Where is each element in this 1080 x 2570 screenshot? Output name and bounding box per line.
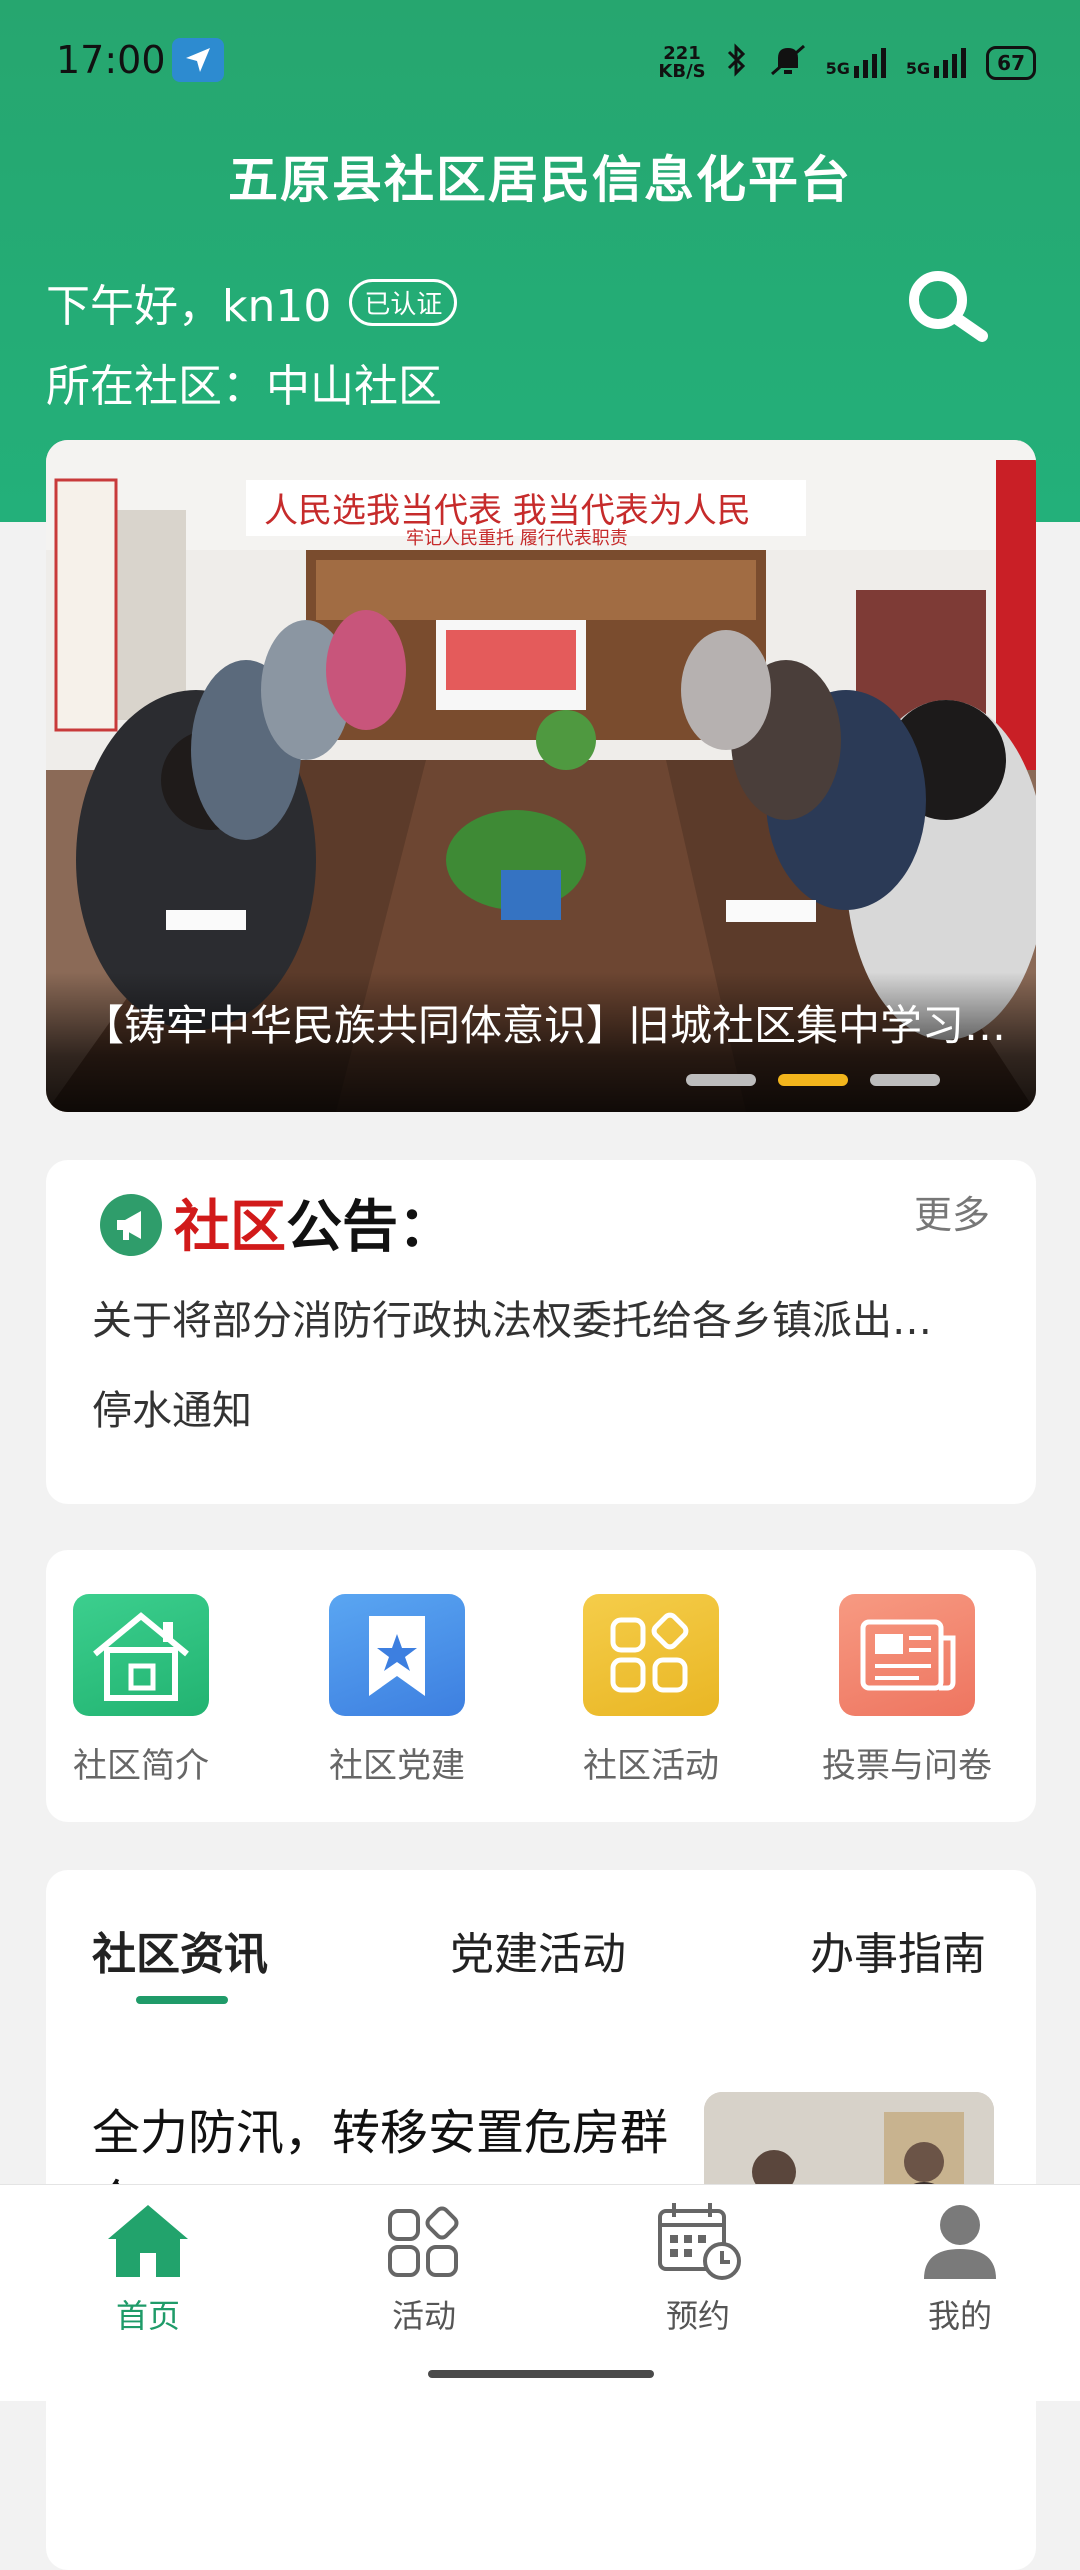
- announcement-title: 社区公告：: [174, 1195, 454, 1260]
- battery-indicator: 67: [986, 46, 1036, 80]
- announcement-item[interactable]: 关于将部分消防行政执法权委托给各乡镇派出…: [92, 1288, 992, 1346]
- star-bookmark-icon: [329, 1594, 465, 1716]
- announcement-item[interactable]: 停水通知: [92, 1378, 992, 1436]
- nav-label: 活动: [391, 2297, 456, 2335]
- tab-service-guide[interactable]: 办事指南: [810, 1918, 986, 1982]
- news-tabs: 社区资讯 党建活动 办事指南: [46, 1918, 1036, 2004]
- mute-bell-icon: [768, 42, 808, 84]
- house-icon: [73, 1594, 209, 1716]
- apps-icon: [583, 1594, 719, 1716]
- user-icon: [924, 2205, 996, 2279]
- active-tab-indicator: [136, 1996, 228, 2004]
- nav-activities[interactable]: 活动: [334, 2199, 514, 2337]
- feature-label: 投票与问卷: [822, 1746, 992, 1786]
- app-title: 五原县社区居民信息化平台: [228, 151, 852, 209]
- greeting-text: 下午好，kn10: [46, 281, 332, 332]
- feature-community-intro[interactable]: 社区简介: [46, 1594, 236, 1787]
- status-time: 17:00: [56, 38, 166, 82]
- apps-icon: [388, 2206, 459, 2277]
- banner-caption-overlay: 【铸牢中华民族共同体意识】旧城社区集中学习…: [46, 972, 1036, 1112]
- nav-home[interactable]: 首页: [58, 2199, 238, 2337]
- carousel-indicator: [686, 1074, 940, 1086]
- newspaper-icon: [839, 1594, 975, 1716]
- tab-party-activities[interactable]: 党建活动: [450, 1918, 626, 1982]
- megaphone-icon: [100, 1194, 162, 1256]
- status-bar: 17:00 221 KB/S 5G 5G 67: [0, 0, 1080, 126]
- svg-text:人民选我当代表 我当代表为人民: 人民选我当代表 我当代表为人民: [264, 491, 751, 531]
- announcement-more-link[interactable]: 更多: [914, 1184, 990, 1239]
- feature-label: 社区简介: [73, 1746, 209, 1786]
- feature-grid: 社区简介 社区党建 社区活动 投票与问卷: [46, 1550, 1036, 1822]
- network-speed: 221 KB/S: [658, 43, 706, 82]
- signal-5g-icon: 5G: [826, 48, 888, 78]
- banner-carousel[interactable]: 人民选我当代表 我当代表为人民 牢记人民重托 履行代表职责 【铸牢中华民族共同体…: [46, 440, 1036, 1112]
- gesture-bar[interactable]: [428, 2370, 654, 2378]
- navigation-arrow-icon: [172, 38, 224, 82]
- nav-label: 预约: [665, 2297, 730, 2335]
- bottom-navigation: 首页 活动 预约 我的: [0, 2184, 1080, 2401]
- feature-community-activities[interactable]: 社区活动: [556, 1594, 746, 1787]
- feature-label: 社区党建: [329, 1746, 465, 1786]
- verified-badge: 已认证: [349, 278, 458, 326]
- carousel-dot-3[interactable]: [870, 1074, 940, 1086]
- nav-appointment[interactable]: 预约: [608, 2199, 788, 2337]
- feature-party-building[interactable]: 社区党建: [302, 1594, 492, 1787]
- announcement-card: 社区公告： 更多 关于将部分消防行政执法权委托给各乡镇派出… 停水通知: [46, 1160, 1036, 1504]
- current-community: 所在社区：中山社区: [46, 361, 442, 412]
- search-icon: [909, 271, 988, 342]
- svg-text:牢记人民重托 履行代表职责: 牢记人民重托 履行代表职责: [406, 528, 628, 549]
- signal-5g-icon-2: 5G: [906, 48, 968, 78]
- nav-profile[interactable]: 我的: [870, 2199, 1050, 2337]
- banner-caption: 【铸牢中华民族共同体意识】旧城社区集中学习…: [82, 1001, 1007, 1050]
- carousel-dot-2[interactable]: [778, 1074, 848, 1086]
- search-button[interactable]: [902, 262, 994, 354]
- home-icon: [108, 2205, 188, 2277]
- bluetooth-icon: [724, 43, 750, 83]
- tab-community-news[interactable]: 社区资讯: [92, 1918, 268, 1982]
- status-icons: 221 KB/S 5G 5G 67: [658, 38, 1036, 88]
- calendar-clock-icon: [658, 2203, 741, 2280]
- nav-label: 首页: [115, 2297, 180, 2335]
- greeting: 下午好，kn10 已认证: [46, 270, 458, 334]
- carousel-dot-1[interactable]: [686, 1074, 756, 1086]
- feature-vote-survey[interactable]: 投票与问卷: [812, 1594, 1002, 1787]
- nav-label: 我的: [927, 2297, 992, 2335]
- feature-label: 社区活动: [583, 1746, 719, 1786]
